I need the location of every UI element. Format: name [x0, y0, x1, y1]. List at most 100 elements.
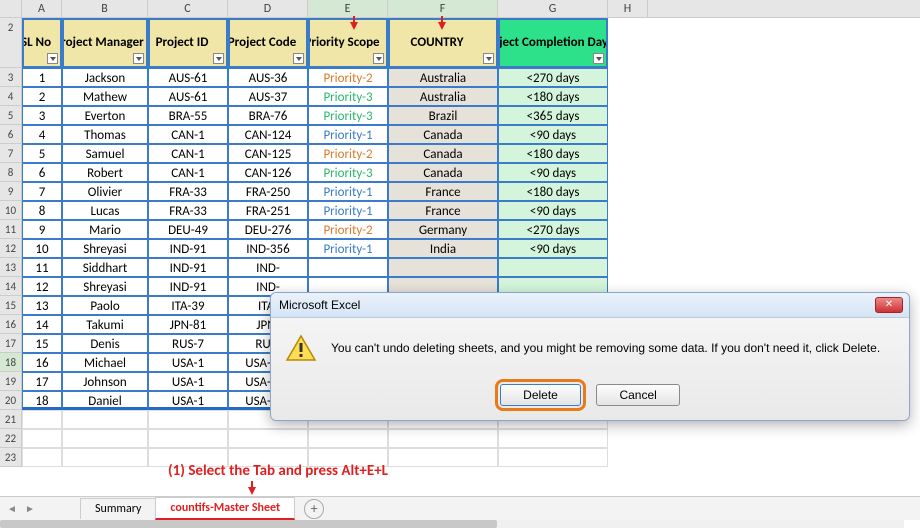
- header-project-manager[interactable]: Project Manager: [62, 18, 148, 68]
- cell-manager[interactable]: Daniel: [62, 391, 148, 410]
- filter-icon[interactable]: [593, 53, 604, 64]
- cell-project-id[interactable]: AUS-61: [148, 68, 228, 87]
- cell-country[interactable]: Canada: [388, 163, 498, 182]
- cell-sl[interactable]: 10: [22, 239, 62, 258]
- cell-manager[interactable]: Thomas: [62, 125, 148, 144]
- cell-sl[interactable]: 3: [22, 106, 62, 125]
- cell-manager[interactable]: Robert: [62, 163, 148, 182]
- row-number[interactable]: 3: [0, 68, 22, 87]
- sheet-tab-countifs-master[interactable]: countifs-Master Sheet: [155, 497, 295, 520]
- cell-days[interactable]: <180 days: [498, 87, 608, 106]
- cell-project-code[interactable]: FRA-251: [228, 201, 308, 220]
- col-header-g[interactable]: G: [498, 0, 608, 17]
- cell-project-id[interactable]: JPN-81: [148, 315, 228, 334]
- cell-country[interactable]: Germany: [388, 220, 498, 239]
- cell-manager[interactable]: Johnson: [62, 372, 148, 391]
- cell-country[interactable]: Australia: [388, 87, 498, 106]
- filter-icon[interactable]: [373, 53, 384, 64]
- cell-manager[interactable]: Takumi: [62, 315, 148, 334]
- cell-priority[interactable]: Priority-3: [308, 106, 388, 125]
- filter-icon[interactable]: [213, 53, 224, 64]
- row-number[interactable]: 16: [0, 315, 22, 334]
- row-number[interactable]: 11: [0, 220, 22, 239]
- row-number[interactable]: 17: [0, 334, 22, 353]
- cell-priority[interactable]: Priority-3: [308, 87, 388, 106]
- cell-country[interactable]: Canada: [388, 125, 498, 144]
- cell-priority[interactable]: Priority-2: [308, 220, 388, 239]
- header-sl-no[interactable]: SL No: [22, 18, 62, 68]
- cell-project-code[interactable]: BRA-76: [228, 106, 308, 125]
- cell-sl[interactable]: 4: [22, 125, 62, 144]
- row-number[interactable]: 4: [0, 87, 22, 106]
- cell-days[interactable]: <270 days: [498, 68, 608, 87]
- cell-priority[interactable]: Priority-1: [308, 125, 388, 144]
- table-row[interactable]: 1JacksonAUS-61AUS-36Priority-2Australia<…: [22, 68, 920, 87]
- dialog-close-button[interactable]: ✕: [875, 297, 903, 313]
- cell-days[interactable]: <180 days: [498, 182, 608, 201]
- cell-country[interactable]: Brazil: [388, 106, 498, 125]
- cell-project-code[interactable]: DEU-276: [228, 220, 308, 239]
- col-header-f[interactable]: F: [388, 0, 498, 17]
- cell-project-code[interactable]: CAN-125: [228, 144, 308, 163]
- cell-project-code[interactable]: IND-356: [228, 239, 308, 258]
- cell-project-id[interactable]: IND-91: [148, 258, 228, 277]
- cell-sl[interactable]: 12: [22, 277, 62, 296]
- cell-sl[interactable]: 5: [22, 144, 62, 163]
- cell-country[interactable]: France: [388, 201, 498, 220]
- filter-icon[interactable]: [483, 53, 494, 64]
- table-row[interactable]: 3EvertonBRA-55BRA-76Priority-3Brazil<365…: [22, 106, 920, 125]
- cell-sl[interactable]: 16: [22, 353, 62, 372]
- header-project-code[interactable]: Project Code: [228, 18, 308, 68]
- cell-manager[interactable]: Samuel: [62, 144, 148, 163]
- cell-priority[interactable]: Priority-1: [308, 239, 388, 258]
- col-header-d[interactable]: D: [228, 0, 308, 17]
- col-header-e[interactable]: E: [308, 0, 388, 17]
- cell-country[interactable]: France: [388, 182, 498, 201]
- cell-country[interactable]: India: [388, 239, 498, 258]
- row-number[interactable]: 13: [0, 258, 22, 277]
- delete-button[interactable]: Delete: [500, 384, 581, 406]
- cell-project-id[interactable]: FRA-33: [148, 182, 228, 201]
- row-number[interactable]: 23: [0, 448, 22, 467]
- cell-manager[interactable]: Mathew: [62, 87, 148, 106]
- cell-project-code[interactable]: AUS-37: [228, 87, 308, 106]
- cell-project-id[interactable]: IND-91: [148, 277, 228, 296]
- cell-sl[interactable]: 13: [22, 296, 62, 315]
- row-number[interactable]: 2: [0, 18, 22, 68]
- cell-project-id[interactable]: BRA-55: [148, 106, 228, 125]
- cell-project-id[interactable]: IND-91: [148, 239, 228, 258]
- cell-priority[interactable]: [308, 258, 388, 277]
- cell-days[interactable]: <180 days: [498, 144, 608, 163]
- row-number[interactable]: 19: [0, 372, 22, 391]
- cell-manager[interactable]: Jackson: [62, 68, 148, 87]
- row-number[interactable]: 18: [0, 353, 22, 372]
- cell-project-id[interactable]: RUS-7: [148, 334, 228, 353]
- cell-priority[interactable]: Priority-3: [308, 163, 388, 182]
- cell-days[interactable]: <90 days: [498, 239, 608, 258]
- row-number[interactable]: 9: [0, 182, 22, 201]
- cell-country[interactable]: Canada: [388, 144, 498, 163]
- cancel-button[interactable]: Cancel: [596, 384, 679, 406]
- row-number[interactable]: 14: [0, 277, 22, 296]
- row-number[interactable]: 15: [0, 296, 22, 315]
- col-header-c[interactable]: C: [148, 0, 228, 17]
- cell-priority[interactable]: Priority-1: [308, 201, 388, 220]
- cell-days[interactable]: [498, 258, 608, 277]
- cell-sl[interactable]: 6: [22, 163, 62, 182]
- cell-project-id[interactable]: ITA-39: [148, 296, 228, 315]
- row-number[interactable]: 7: [0, 144, 22, 163]
- cell-days[interactable]: <365 days: [498, 106, 608, 125]
- cell-manager[interactable]: Olivier: [62, 182, 148, 201]
- cell-priority[interactable]: Priority-2: [308, 68, 388, 87]
- cell-sl[interactable]: 15: [22, 334, 62, 353]
- horizontal-scrollbar[interactable]: [0, 520, 904, 528]
- cell-sl[interactable]: 9: [22, 220, 62, 239]
- filter-icon[interactable]: [293, 53, 304, 64]
- cell-project-code[interactable]: CAN-126: [228, 163, 308, 182]
- table-row[interactable]: 2MathewAUS-61AUS-37Priority-3Australia<1…: [22, 87, 920, 106]
- cell-days[interactable]: <90 days: [498, 163, 608, 182]
- sheet-tab-summary[interactable]: Summary: [80, 498, 156, 519]
- cell-manager[interactable]: Lucas: [62, 201, 148, 220]
- empty-row[interactable]: [22, 448, 920, 467]
- table-row[interactable]: 7OlivierFRA-33FRA-250Priority-1France<18…: [22, 182, 920, 201]
